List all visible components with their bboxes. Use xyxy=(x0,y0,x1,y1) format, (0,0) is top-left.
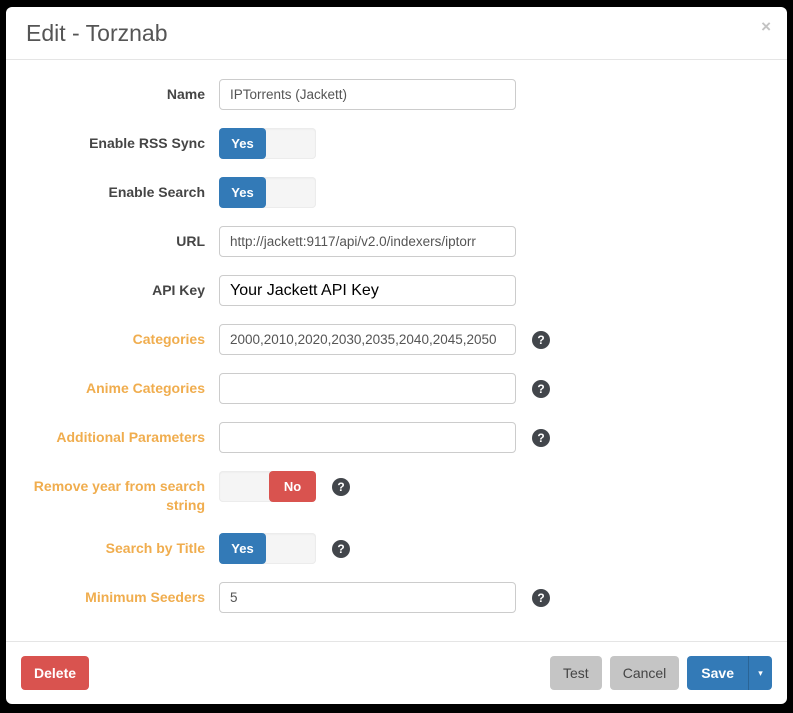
remove-year-toggle[interactable]: No xyxy=(219,471,316,502)
url-input[interactable] xyxy=(219,226,516,257)
enable-search-row: Enable Search Yes xyxy=(21,177,772,208)
toggle-knob: Yes xyxy=(219,533,266,564)
toggle-knob: Yes xyxy=(219,128,266,159)
minimum-seeders-row: Minimum Seeders ? xyxy=(21,582,772,613)
edit-torznab-modal: Edit - Torznab × Name Enable RSS Sync Ye… xyxy=(6,7,787,704)
enable-rss-sync-row: Enable RSS Sync Yes xyxy=(21,128,772,159)
minimum-seeders-label: Minimum Seeders xyxy=(21,582,205,607)
additional-parameters-label: Additional Parameters xyxy=(21,422,205,447)
close-icon[interactable]: × xyxy=(761,18,771,35)
remove-year-row: Remove year from search string No ? xyxy=(21,471,772,515)
anime-categories-row: Anime Categories ? xyxy=(21,373,772,404)
name-row: Name xyxy=(21,79,772,110)
modal-backdrop: { "window": { "title": "Edit - Torznab",… xyxy=(0,0,793,713)
enable-rss-sync-toggle[interactable]: Yes xyxy=(219,128,316,159)
categories-input[interactable] xyxy=(219,324,516,355)
help-icon[interactable]: ? xyxy=(532,331,550,349)
help-icon[interactable]: ? xyxy=(532,429,550,447)
remove-year-label: Remove year from search string xyxy=(21,471,205,515)
name-input[interactable] xyxy=(219,79,516,110)
api-key-row: API Key xyxy=(21,275,772,306)
search-by-title-label: Search by Title xyxy=(21,533,205,558)
toggle-knob: Yes xyxy=(219,177,266,208)
footer-actions: Test Cancel Save ▾ xyxy=(550,656,772,690)
delete-button[interactable]: Delete xyxy=(21,656,89,690)
additional-parameters-row: Additional Parameters ? xyxy=(21,422,772,453)
additional-parameters-input[interactable] xyxy=(219,422,516,453)
cancel-button[interactable]: Cancel xyxy=(610,656,680,690)
anime-categories-input[interactable] xyxy=(219,373,516,404)
enable-rss-sync-label: Enable RSS Sync xyxy=(21,128,205,153)
anime-categories-label: Anime Categories xyxy=(21,373,205,398)
url-row: URL xyxy=(21,226,772,257)
api-key-label: API Key xyxy=(21,275,205,300)
help-icon[interactable]: ? xyxy=(532,589,550,607)
page-title: Edit - Torznab xyxy=(26,19,767,48)
save-split-button: Save ▾ xyxy=(687,656,772,690)
search-by-title-toggle[interactable]: Yes xyxy=(219,533,316,564)
test-button[interactable]: Test xyxy=(550,656,602,690)
modal-footer: Delete Test Cancel Save ▾ xyxy=(6,641,787,704)
categories-row: Categories ? xyxy=(21,324,772,355)
chevron-down-icon: ▾ xyxy=(758,668,763,679)
api-key-input[interactable] xyxy=(219,275,516,306)
modal-body: Name Enable RSS Sync Yes Enable Search Y… xyxy=(6,60,787,641)
enable-search-label: Enable Search xyxy=(21,177,205,202)
url-label: URL xyxy=(21,226,205,251)
modal-header: Edit - Torznab × xyxy=(6,7,787,60)
enable-search-toggle[interactable]: Yes xyxy=(219,177,316,208)
search-by-title-row: Search by Title Yes ? xyxy=(21,533,772,564)
toggle-knob: No xyxy=(269,471,316,502)
help-icon[interactable]: ? xyxy=(532,380,550,398)
save-dropdown-button[interactable]: ▾ xyxy=(748,656,772,690)
help-icon[interactable]: ? xyxy=(332,478,350,496)
categories-label: Categories xyxy=(21,324,205,349)
name-label: Name xyxy=(21,79,205,104)
minimum-seeders-input[interactable] xyxy=(219,582,516,613)
help-icon[interactable]: ? xyxy=(332,540,350,558)
save-button[interactable]: Save xyxy=(687,656,748,690)
